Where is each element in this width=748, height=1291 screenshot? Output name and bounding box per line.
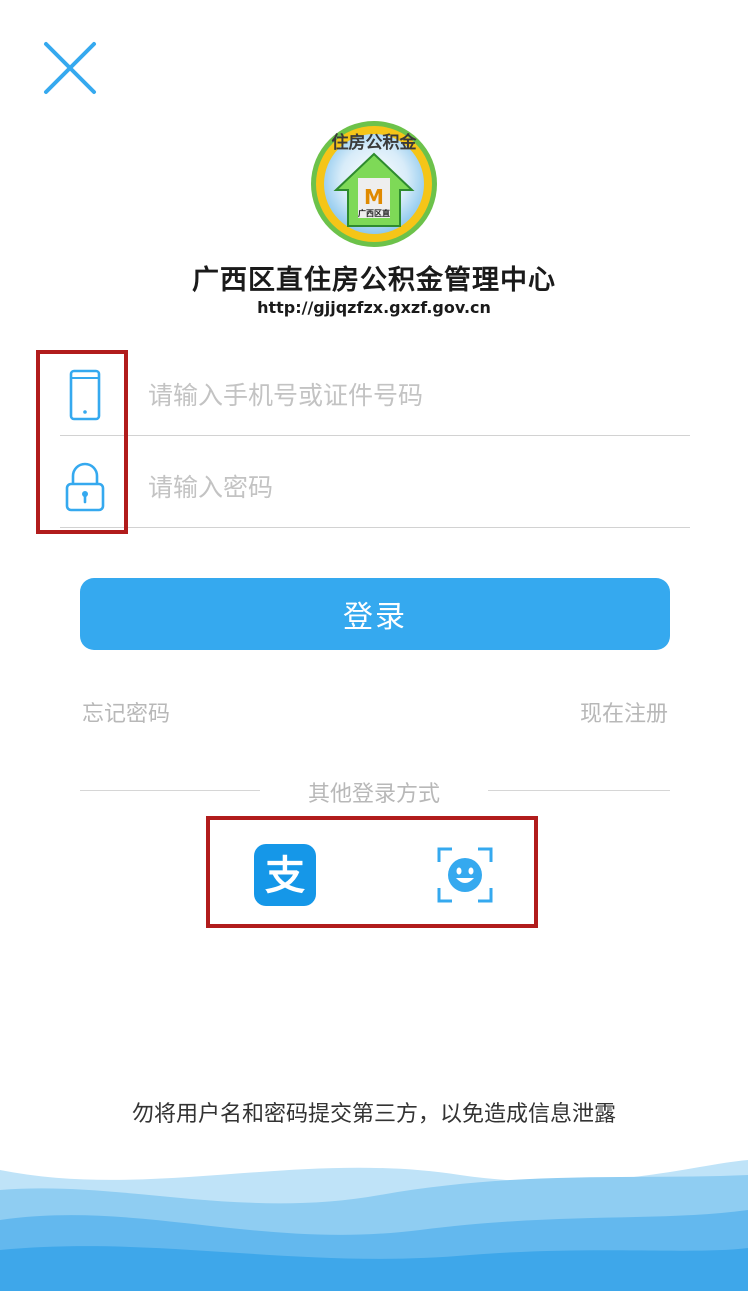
account-input[interactable] <box>148 368 688 422</box>
register-link[interactable]: 现在注册 <box>580 696 668 728</box>
close-icon <box>44 42 96 94</box>
account-field <box>60 346 690 436</box>
close-button[interactable] <box>40 38 100 98</box>
login-screen: 住房公积金 M 广西区直 广西区直住房公积金管理中心 http://gjjqzf… <box>0 0 748 1291</box>
security-warning: 勿将用户名和密码提交第三方，以免造成信息泄露 <box>131 1102 616 1127</box>
alipay-glyph: 支 <box>265 853 305 899</box>
lock-icon <box>65 462 105 512</box>
housing-fund-logo: 住房公积金 M 广西区直 <box>308 118 440 250</box>
wave-decoration <box>0 1160 748 1291</box>
logo-mark: M <box>364 185 384 209</box>
divider-left <box>80 790 260 791</box>
organization-url: http://gjjqzfzx.gxzf.gov.cn <box>257 298 491 317</box>
face-login-button[interactable] <box>436 846 494 904</box>
phone-icon <box>69 369 101 421</box>
forgot-password-link[interactable]: 忘记密码 <box>82 696 170 728</box>
face-recognition-icon <box>437 847 493 903</box>
password-field <box>60 438 690 528</box>
logo-ring-text: 住房公积金 <box>332 132 418 153</box>
password-input[interactable] <box>148 460 688 514</box>
login-button[interactable]: 登录 <box>80 578 670 650</box>
alipay-icon: 支 <box>254 844 316 906</box>
other-login-title: 其他登录方式 <box>307 782 440 807</box>
logo-region-text: 广西区直 <box>358 208 390 218</box>
alipay-login-button[interactable]: 支 <box>254 844 316 906</box>
organization-name: 广西区直住房公积金管理中心 <box>192 265 556 296</box>
divider-right <box>488 790 670 791</box>
